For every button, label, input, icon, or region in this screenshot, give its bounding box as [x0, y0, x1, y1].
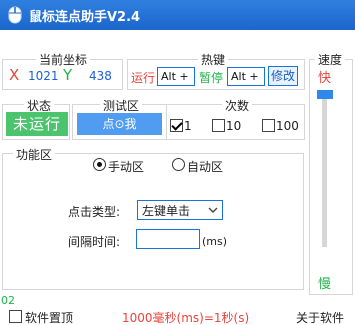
speed-legend: 速度 — [315, 51, 346, 68]
speed-slow-label: 慢 — [318, 277, 332, 292]
app-title: 鼠标连点助手V2.4 — [29, 10, 141, 25]
click-type-label: 点击类型: — [68, 205, 121, 219]
run-hotkey-input[interactable] — [157, 67, 195, 86]
click-type-select[interactable]: 左键单击 — [137, 200, 223, 220]
mouse-icon — [8, 6, 22, 24]
count-100-checkbox[interactable] — [262, 119, 275, 132]
count-1-label: 1 — [184, 119, 192, 133]
hotkey-legend: 热键 — [198, 51, 229, 68]
title-bar[interactable]: 鼠标连点助手V2.4 — [0, 0, 355, 30]
interval-unit: (ms) — [202, 235, 228, 248]
manual-mode-radio[interactable] — [93, 158, 106, 171]
pause-label: 暂停 — [199, 71, 224, 85]
count-1-checkbox[interactable] — [170, 119, 183, 132]
function-panel — [2, 153, 304, 290]
click-type-value: 左键单击 — [142, 204, 191, 218]
function-legend: 功能区 — [13, 146, 56, 163]
corner-value: 02 — [1, 294, 15, 307]
count-10-label: 10 — [226, 119, 242, 133]
ms-hint: 1000毫秒(ms)=1秒(s) — [122, 311, 250, 325]
x-label: X — [9, 66, 20, 84]
count-legend: 次数 — [222, 97, 253, 114]
chevron-down-icon — [208, 207, 218, 213]
test-click-button[interactable]: 点⊙我 — [77, 113, 162, 135]
x-value: 1021 — [28, 69, 59, 83]
manual-mode-label: 手动区 — [108, 160, 145, 174]
test-legend: 测试区 — [100, 97, 143, 114]
speed-slider-track[interactable] — [322, 92, 327, 247]
pause-hotkey-input[interactable] — [227, 67, 265, 86]
y-label: Y — [63, 66, 73, 84]
count-100-label: 100 — [276, 119, 299, 133]
interval-input[interactable] — [136, 229, 200, 249]
y-value: 438 — [89, 69, 112, 83]
pin-top-label: 软件置顶 — [25, 311, 74, 325]
run-label: 运行 — [131, 71, 156, 85]
auto-mode-label: 自动区 — [187, 160, 224, 174]
speed-fast-label: 快 — [318, 71, 332, 86]
about-link[interactable]: 关于软件 — [296, 309, 344, 325]
speed-slider-thumb[interactable] — [317, 90, 333, 99]
status-badge: 未运行 — [6, 112, 68, 136]
auto-mode-radio[interactable] — [172, 158, 185, 171]
count-10-checkbox[interactable] — [212, 119, 225, 132]
interval-label: 间隔时间: — [68, 235, 121, 249]
edit-hotkey-button[interactable]: 修改 — [268, 66, 298, 86]
pin-top-checkbox[interactable] — [9, 310, 22, 323]
